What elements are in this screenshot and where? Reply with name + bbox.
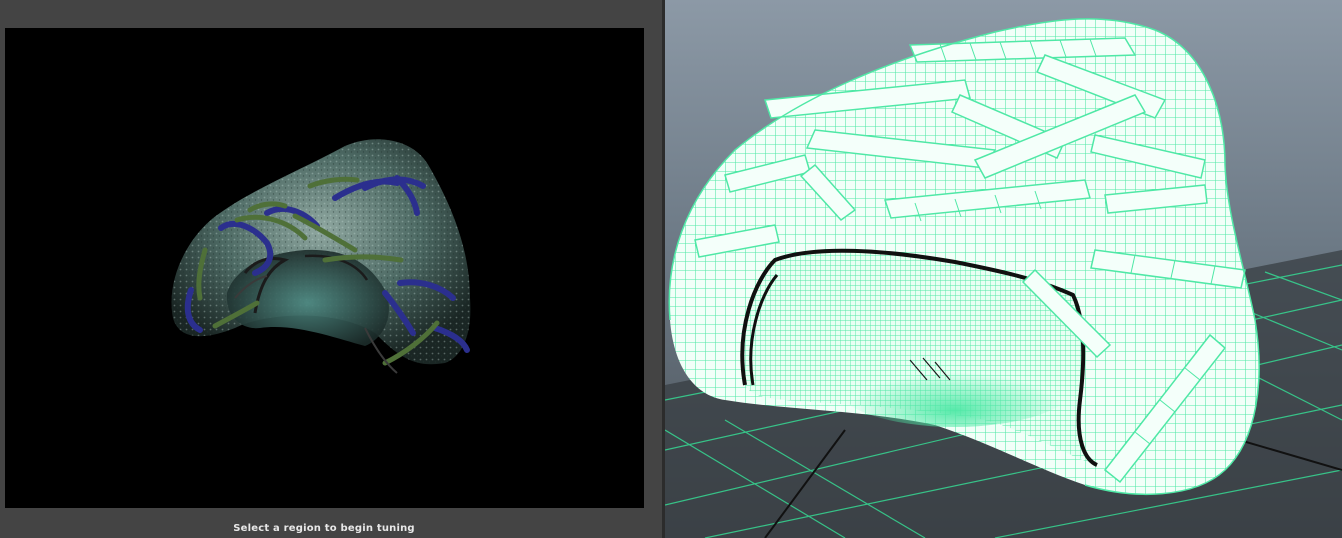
- perspective-viewport[interactable]: [665, 0, 1342, 538]
- render-image-region[interactable]: [5, 28, 644, 508]
- status-message: Select a region to begin tuning: [233, 523, 415, 534]
- render-view-panel: Select a region to begin tuning: [0, 0, 662, 538]
- wireframe-model-view: [665, 18, 1342, 538]
- rendered-object-image: [171, 139, 471, 374]
